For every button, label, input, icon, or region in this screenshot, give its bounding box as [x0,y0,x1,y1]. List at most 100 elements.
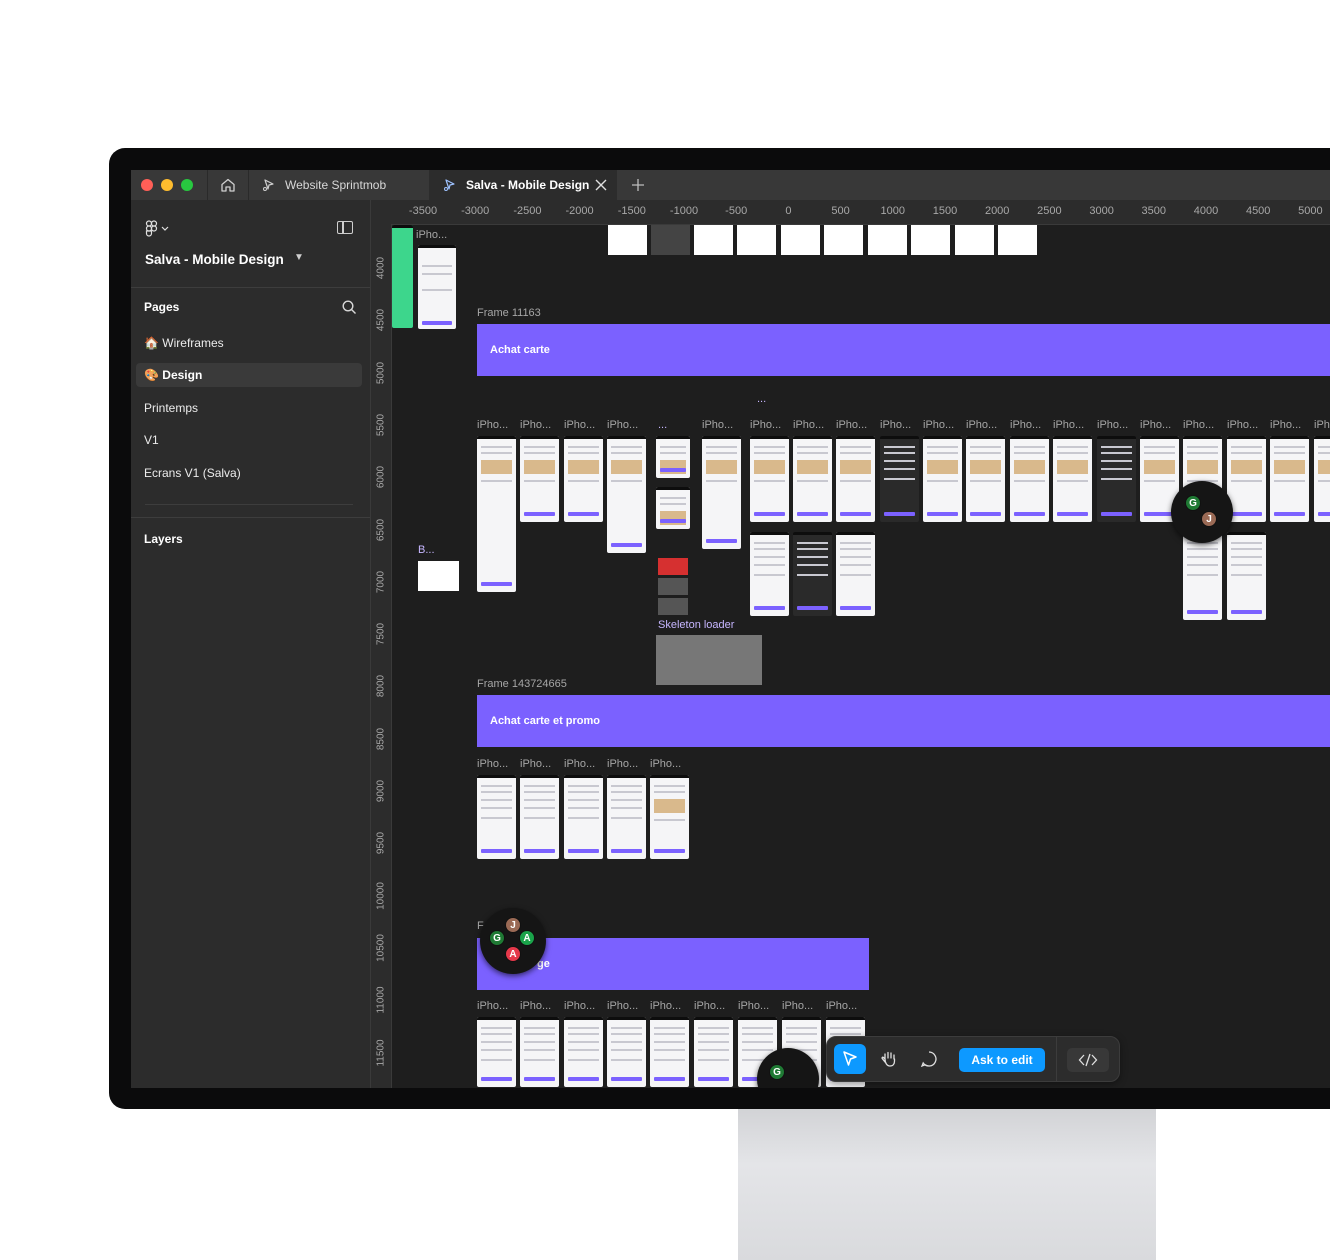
barcode-component[interactable] [658,598,688,615]
file-title[interactable]: Salva - Mobile Design [145,252,284,267]
frame-thumbnail[interactable] [911,225,950,255]
chevron-down-icon[interactable]: ▼ [294,252,304,263]
figma-menu[interactable] [145,220,171,243]
iphone-frame[interactable] [880,436,919,522]
page-item-ecrans-v1-salva[interactable]: Ecrans V1 (Salva) [136,461,362,485]
iphone-frame[interactable] [607,775,646,859]
skeleton-loader-thumbnail[interactable] [656,635,762,685]
iphone-frame[interactable] [477,775,516,859]
frame-label: iPho... [477,1000,509,1012]
frame-thumbnail[interactable] [868,225,907,255]
iphone-frame[interactable] [836,532,875,616]
frame-banner-achat-carte-et-promo[interactable]: Achat carte et promo [477,695,1330,747]
avatar[interactable]: A [519,930,535,946]
iphone-frame[interactable] [750,436,789,522]
iphone-frame[interactable] [750,532,789,616]
iphone-frame[interactable] [1270,436,1309,522]
page-item-printemps[interactable]: Printemps [136,396,362,420]
component-label: ... [658,419,668,431]
frame-thumbnail[interactable] [418,245,456,329]
iphone-frame[interactable] [966,436,1005,522]
dev-mode-button[interactable] [1067,1048,1109,1072]
move-tool-button[interactable] [834,1044,866,1074]
component-thumbnail[interactable] [418,561,459,591]
iphone-frame[interactable] [656,487,690,529]
collaborator-group[interactable]: G J [1171,481,1233,543]
page-item-design[interactable]: 🎨 Design [136,363,362,387]
iphone-frame[interactable] [477,1017,516,1087]
avatar[interactable]: J [505,917,521,933]
page-item-wireframes[interactable]: 🏠 Wireframes [136,331,362,355]
close-icon[interactable] [595,179,607,191]
iphone-frame[interactable] [923,436,962,522]
iphone-frame[interactable] [520,775,559,859]
frame-thumbnail[interactable] [737,225,776,255]
frame-label: iPho... [1010,419,1042,431]
iphone-frame[interactable] [477,436,516,592]
home-tab[interactable] [207,170,249,200]
frame-thumbnail[interactable] [998,225,1037,255]
hand-tool-icon[interactable] [879,1049,899,1069]
avatar[interactable]: G [489,930,505,946]
iphone-frame[interactable] [607,1017,646,1087]
layers-heading: Layers [144,532,183,546]
ruler-tick-label: 3500 [1141,205,1167,217]
ruler-tick-label: 4500 [375,309,387,332]
frame-label: iPho... [564,1000,596,1012]
iphone-frame[interactable] [520,436,559,522]
iphone-frame[interactable] [702,436,741,549]
iphone-frame[interactable] [650,775,689,859]
iphone-frame[interactable] [607,436,646,553]
iphone-frame[interactable] [836,436,875,522]
frame-thumbnail[interactable] [392,225,413,328]
comment-icon[interactable] [919,1049,939,1069]
window-close-button[interactable] [141,179,153,191]
window-minimize-button[interactable] [161,179,173,191]
frame-label: iPho... [607,1000,639,1012]
tab-website-sprintmob[interactable]: Website Sprintmob [248,170,428,200]
frame-thumbnail[interactable] [608,225,647,255]
frame-thumbnail[interactable] [781,225,820,255]
iphone-frame[interactable] [793,532,832,616]
tab-salva-mobile-design[interactable]: Salva - Mobile Design [429,170,617,200]
iphone-frame[interactable] [650,1017,689,1087]
frame-label: iPh [1314,419,1330,431]
iphone-frame[interactable] [793,436,832,522]
frame-thumbnail[interactable] [694,225,733,255]
iphone-frame[interactable] [656,436,690,478]
sidebar-toggle-icon[interactable] [337,221,353,234]
barcode-component[interactable] [658,578,688,595]
component-label: B... [418,544,435,556]
frame-banner-achat-carte[interactable]: Achat carte [477,324,1330,376]
ruler-tick-label: -3000 [461,205,490,217]
frame-thumbnail[interactable] [651,225,690,255]
collaborator-group[interactable]: J G A A [480,908,546,974]
ask-to-edit-button[interactable]: Ask to edit [959,1048,1045,1072]
plus-icon[interactable] [629,176,647,194]
avatar[interactable]: J [1201,511,1217,527]
ruler-tick-label: 4000 [1193,205,1219,217]
avatar[interactable]: G [1185,495,1201,511]
frame-label: iPho... [750,419,782,431]
barcode-component[interactable] [658,558,688,575]
frame-thumbnail[interactable] [955,225,994,255]
iphone-frame[interactable] [520,1017,559,1087]
frame-thumbnail[interactable] [824,225,863,255]
canvas[interactable]: iPho... Frame 11163 Achat carte B... ...… [392,225,1330,1088]
avatar[interactable]: G [769,1064,785,1080]
iphone-frame[interactable] [564,1017,603,1087]
window-zoom-button[interactable] [181,179,193,191]
avatar[interactable]: A [505,946,521,962]
ruler-tick-label: 1500 [932,205,958,217]
iphone-frame[interactable] [1314,436,1330,522]
iphone-frame[interactable] [1097,436,1136,522]
page-item-v1[interactable]: V1 [136,428,362,452]
iphone-frame[interactable] [1053,436,1092,522]
iphone-frame[interactable] [694,1017,733,1087]
iphone-frame[interactable] [564,775,603,859]
iphone-frame[interactable] [564,436,603,522]
search-icon[interactable] [341,299,357,315]
iphone-frame[interactable] [1183,532,1222,620]
iphone-frame[interactable] [1227,532,1266,620]
iphone-frame[interactable] [1010,436,1049,522]
